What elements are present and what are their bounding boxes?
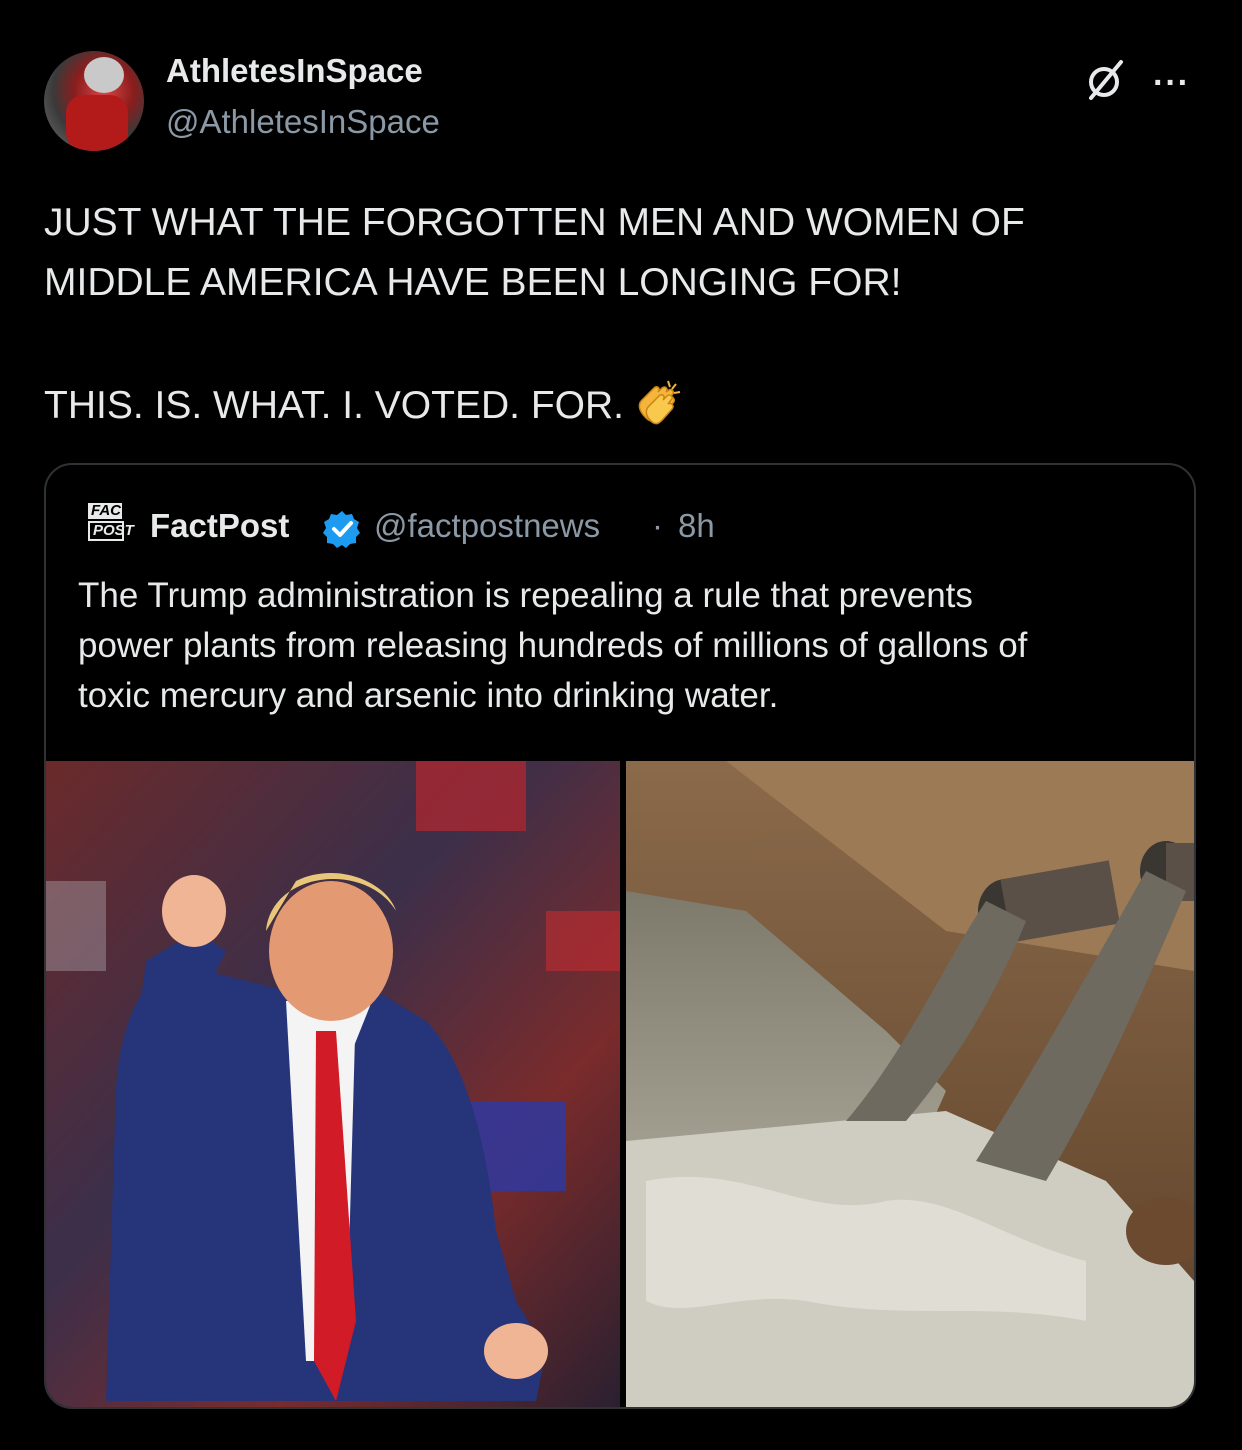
- factpost-logo-line1: FACT: [88, 503, 130, 519]
- avatar-jersey: [66, 95, 128, 151]
- more-icon[interactable]: ···: [1153, 64, 1190, 103]
- post-line-2: MIDDLE AMERICA HAVE BEEN LONGING FOR!: [44, 261, 902, 304]
- quoted-line-1: The Trump administration is repealing a …: [78, 576, 973, 615]
- post-line-3: THIS. IS. WHAT. I. VOTED. FOR.: [44, 376, 1204, 436]
- quoted-timestamp[interactable]: 8h: [678, 507, 715, 545]
- quoted-post[interactable]: FACT POST FactPost @factpostnews · 8h Th…: [44, 463, 1196, 1409]
- quoted-text: The Trump administration is repealing a …: [78, 571, 1178, 721]
- quoted-handle[interactable]: @factpostnews: [374, 507, 600, 545]
- factpost-logo: FACT POST: [88, 503, 134, 547]
- pipes-discharging-wastewater-photo[interactable]: [626, 761, 1194, 1409]
- author-handle[interactable]: @AthletesInSpace: [166, 103, 440, 141]
- avatar-helmet: [84, 57, 124, 93]
- slashed-circle-icon[interactable]: [1083, 58, 1127, 102]
- quoted-display-name[interactable]: FactPost: [150, 507, 289, 545]
- quoted-line-2: power plants from releasing hundreds of …: [78, 626, 1028, 665]
- clapping-hands-icon: [638, 380, 681, 425]
- verified-badge-icon: [323, 511, 360, 548]
- avatar[interactable]: [44, 51, 144, 151]
- post-line-1: JUST WHAT THE FORGOTTEN MEN AND WOMEN OF: [44, 201, 1025, 244]
- author-display-name[interactable]: AthletesInSpace: [166, 52, 423, 90]
- quoted-line-3: toxic mercury and arsenic into drinking …: [78, 676, 779, 715]
- politician-rally-photo[interactable]: [46, 761, 620, 1409]
- factpost-logo-line2: POST: [88, 521, 134, 541]
- quoted-separator: ·: [652, 507, 663, 544]
- post-text: JUST WHAT THE FORGOTTEN MEN AND WOMEN OF…: [44, 193, 1204, 436]
- quoted-media[interactable]: [46, 761, 1194, 1409]
- post-line-3-text: THIS. IS. WHAT. I. VOTED. FOR.: [44, 384, 624, 427]
